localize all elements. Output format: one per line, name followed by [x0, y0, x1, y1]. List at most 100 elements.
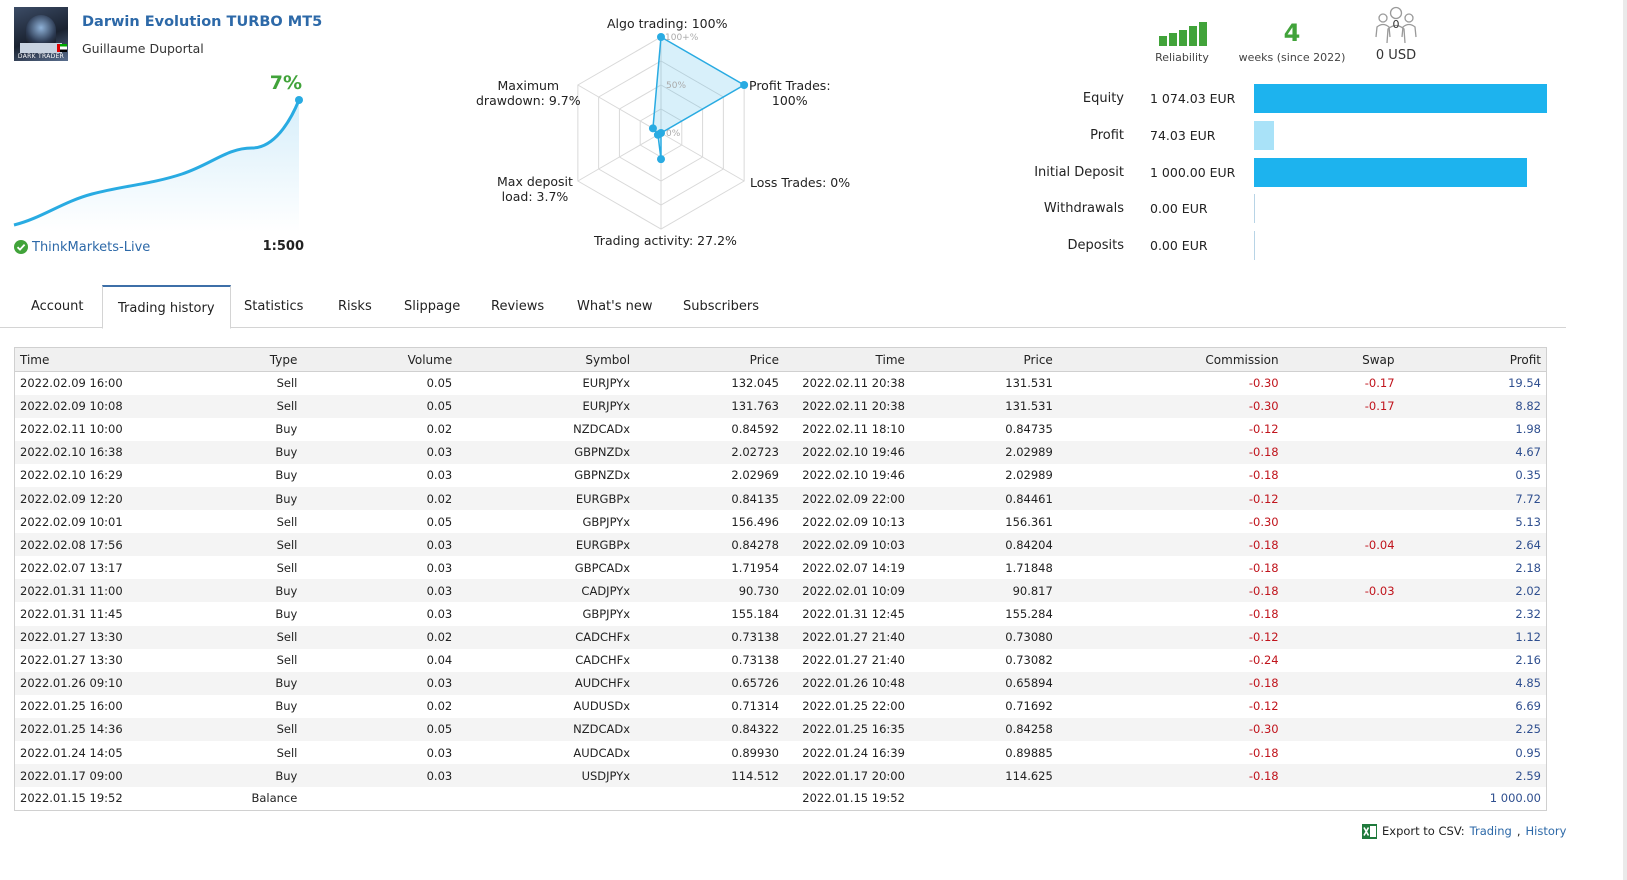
uae-flag-icon: [57, 44, 67, 52]
table-row: 2022.02.09 10:08 Sell 0.05 EURJPYx 131.763 20…: [14, 394, 1547, 418]
author-name[interactable]: Guillaume Duportal: [82, 41, 204, 56]
cell-open-price: 2.02723: [635, 440, 784, 464]
cell-profit: 2.64: [1399, 533, 1547, 557]
radar-label-drawdown-line2: drawdown: 9.7%: [476, 93, 581, 108]
tab-whats-new[interactable]: What's new: [577, 285, 653, 328]
col-volume[interactable]: Volume: [302, 347, 458, 372]
withdrawals-bar: [1254, 194, 1255, 223]
growth-chart: [13, 96, 303, 232]
table-row: 2022.02.08 17:56 Sell 0.03 EURGBPx 0.84278 20…: [14, 533, 1547, 557]
cell-close-time: 2022.01.31 12:45: [802, 606, 905, 621]
cell-type: Sell: [184, 625, 303, 649]
cell-close-time: 2022.02.09 10:13: [802, 514, 905, 529]
table-row: 2022.02.10 16:38 Buy 0.03 GBPNZDx 2.02723 202…: [14, 440, 1547, 464]
cell-volume: 0.03: [426, 468, 453, 483]
tab-account[interactable]: Account: [31, 285, 84, 328]
cell-open-price: 0.84278: [635, 533, 784, 557]
cell-close-time: 2022.01.24 16:39: [802, 745, 905, 760]
cell-symbol: GBPCADx: [574, 560, 631, 575]
cell-volume: 0.03: [302, 579, 458, 603]
cell-symbol: EURJPYx: [457, 394, 636, 418]
cell-open-price: 114.512: [635, 764, 784, 788]
cell-volume: 0.02: [302, 486, 458, 511]
balance-row-initial-deposit: Initial Deposit 1 000.00 EUR: [1020, 158, 1560, 188]
table-row: 2022.02.09 16:00 Sell 0.05 EURJPYx 132.045 20…: [15, 372, 1547, 395]
page-scrollbar[interactable]: [1623, 0, 1627, 880]
tab-trading-history[interactable]: Trading history: [102, 285, 231, 329]
cell-volume: 0.04: [426, 653, 453, 668]
cell-profit: 4.85: [1399, 671, 1547, 695]
avatar[interactable]: DARK TRADER: [14, 7, 68, 61]
cell-close-time: 2022.01.17 20:00: [783, 764, 910, 788]
radar-label-activity: Trading activity: 27.2%: [594, 233, 737, 248]
cell-type: Sell: [276, 376, 298, 391]
cell-close-price: 1.71848: [1005, 560, 1053, 575]
col-open-price[interactable]: Price: [635, 347, 784, 372]
cell-commission: -0.18: [1248, 745, 1279, 760]
col-profit[interactable]: Profit: [1399, 347, 1547, 372]
cell-close-time: 2022.01.26 10:48: [783, 671, 910, 695]
radar-label-loss-trades: Loss Trades: 0%: [750, 175, 851, 190]
cell-profit: 0.35: [1515, 468, 1541, 483]
cell-type: Sell: [184, 717, 303, 741]
cell-open-price: 0.84322: [635, 717, 784, 741]
leverage: 1:500: [262, 239, 304, 254]
cell-commission: -0.12: [1248, 699, 1279, 714]
cell-swap: [1284, 695, 1400, 718]
signal-name-link[interactable]: Darwin Evolution TURBO MT5: [82, 14, 322, 30]
cell-commission: -0.12: [1057, 486, 1284, 511]
cell-commission: -0.18: [1248, 606, 1279, 621]
export-history-link[interactable]: History: [1526, 824, 1567, 838]
col-open-time[interactable]: Time: [14, 347, 185, 372]
cell-swap: [1284, 602, 1400, 625]
col-close-price[interactable]: Price: [909, 347, 1058, 372]
tab-reviews[interactable]: Reviews: [491, 285, 544, 328]
table-row: 2022.01.31 11:45 Buy 0.03 GBPJPYx 155.184 202…: [15, 602, 1547, 625]
cell-close-price: 0.84204: [909, 533, 1058, 557]
cell-symbol: NZDCADx: [573, 422, 631, 437]
radar-point-3: [657, 155, 665, 164]
table-row: 2022.02.09 12:20 Buy 0.02 EURGBPx 0.84135 202…: [14, 486, 1547, 511]
cell-close-price: 131.531: [909, 394, 1058, 418]
cell-volume: 0.03: [302, 764, 458, 788]
cell-commission: -0.24: [1248, 653, 1279, 668]
cell-close-time: 2022.01.15 19:52: [802, 791, 905, 806]
cell-open-time: 2022.02.07 13:17: [20, 560, 123, 575]
cell-open-price: 132.045: [731, 376, 779, 391]
col-close-time[interactable]: Time: [783, 347, 910, 372]
radar-chart: Algo trading: 100% Profit Trades: 100% L…: [470, 10, 860, 260]
cell-profit: 7.72: [1399, 486, 1547, 511]
tab-slippage[interactable]: Slippage: [404, 285, 460, 328]
balance-row-equity: Equity 1 074.03 EUR: [1020, 84, 1560, 114]
col-swap[interactable]: Swap: [1283, 347, 1400, 372]
cell-profit: 1.98: [1515, 422, 1541, 437]
cell-open-time: 2022.02.08 17:56: [14, 533, 185, 557]
tab-risks[interactable]: Risks: [338, 285, 372, 328]
radar-label-deposit-load: Max deposit load: 3.7%: [497, 174, 573, 204]
cell-volume: 0.03: [426, 745, 453, 760]
col-type[interactable]: Type: [184, 347, 303, 372]
cell-symbol: CADJPYx: [457, 579, 636, 603]
radar-value-area: [652, 35, 746, 160]
deposits-bar: [1254, 231, 1255, 260]
col-symbol[interactable]: Symbol: [457, 347, 636, 372]
tab-subscribers[interactable]: Subscribers: [683, 285, 759, 328]
cell-open-price: 90.730: [635, 579, 784, 603]
tab-statistics[interactable]: Statistics: [244, 285, 303, 328]
cell-profit: 0.95: [1515, 745, 1541, 760]
export-trading-link[interactable]: Trading: [1470, 824, 1512, 838]
cell-profit: 2.16: [1515, 653, 1541, 668]
radar-point-0: [657, 33, 665, 41]
broker[interactable]: ThinkMarkets-Live: [14, 238, 150, 256]
profit-bar: [1254, 121, 1275, 150]
cell-swap: [1284, 418, 1400, 441]
cell-swap: -0.17: [1364, 376, 1395, 391]
col-commission[interactable]: Commission: [1057, 347, 1284, 372]
radar-point-1: [740, 81, 749, 89]
cell-swap: [1284, 464, 1400, 487]
balance-row-profit: Profit 74.03 EUR: [1020, 121, 1560, 151]
balance-row-withdrawals: Withdrawals 0.00 EUR: [1020, 194, 1560, 224]
cell-close-time: 2022.02.11 20:38: [802, 376, 905, 391]
cell-type: Sell: [276, 653, 298, 668]
broker-name[interactable]: ThinkMarkets-Live: [32, 240, 150, 255]
